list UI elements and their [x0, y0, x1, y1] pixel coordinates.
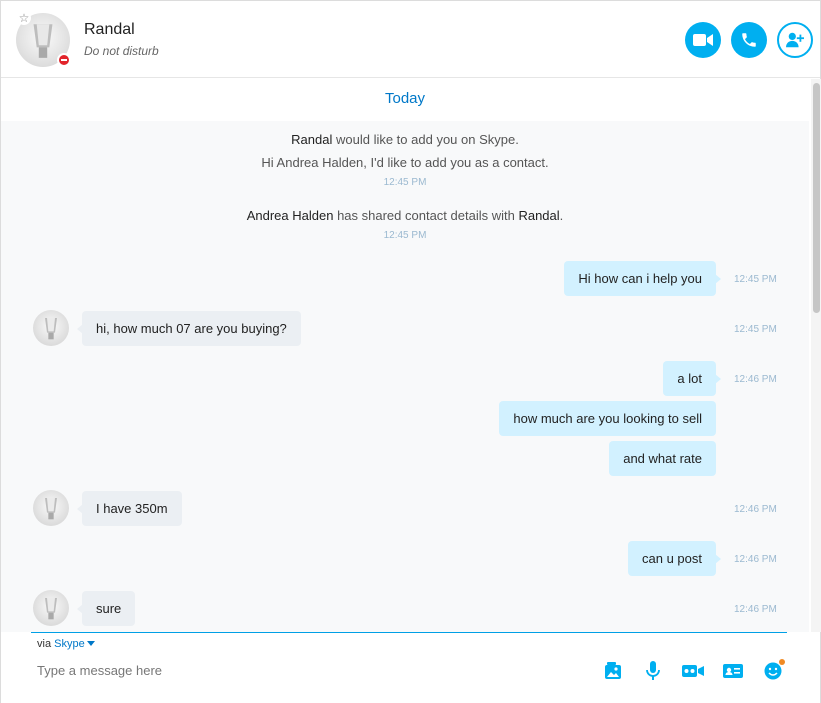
notification-dot: [779, 659, 785, 665]
system-event-name[interactable]: Randal: [291, 132, 332, 147]
outgoing-message[interactable]: how much are you looking to sell: [499, 401, 716, 436]
sender-avatar[interactable]: [33, 590, 69, 626]
via-service-selector[interactable]: via Skype: [37, 638, 95, 650]
scrollbar-thumb[interactable]: [813, 83, 820, 313]
avatar-figure-icon: [33, 24, 53, 58]
contact-status: Do not disturb: [84, 44, 159, 58]
send-media-button[interactable]: [602, 660, 624, 682]
system-event-time: 12:45 PM: [383, 230, 427, 241]
message-time: 12:45 PM: [734, 274, 777, 285]
contact-name[interactable]: Randal: [84, 21, 135, 39]
message-time: 12:46 PM: [734, 604, 777, 615]
add-person-icon: [786, 32, 804, 48]
voice-message-button[interactable]: [642, 660, 664, 682]
image-icon: [605, 662, 621, 679]
avatar-figure-icon: [45, 318, 57, 340]
chevron-down-icon[interactable]: [86, 641, 95, 646]
message-time: 12:45 PM: [734, 324, 777, 335]
system-event-time: 12:45 PM: [383, 177, 427, 188]
incoming-message[interactable]: hi, how much 07 are you buying?: [77, 311, 301, 346]
outgoing-message[interactable]: a lot: [663, 361, 721, 396]
outgoing-message[interactable]: Hi how can i help you: [564, 261, 721, 296]
video-message-button[interactable]: [682, 660, 704, 682]
message-time: 12:46 PM: [734, 504, 777, 515]
message-time: 12:46 PM: [734, 374, 777, 385]
incoming-message[interactable]: I have 350m: [77, 491, 182, 526]
via-prefix: via: [37, 638, 55, 650]
system-event-text: would like to add you on Skype.: [332, 132, 519, 147]
system-event-name[interactable]: Andrea Halden: [247, 208, 334, 223]
video-camera-icon: [693, 34, 713, 46]
dnd-status-icon: [57, 53, 71, 67]
message-list[interactable]: Today Randal would like to add you on Sk…: [1, 79, 809, 632]
system-event-add-request: Randal would like to add you on Skype.: [1, 132, 809, 147]
microphone-icon: [646, 661, 660, 680]
avatar-figure-icon: [45, 598, 57, 620]
incoming-message[interactable]: sure: [76, 591, 136, 626]
outgoing-message[interactable]: can u post: [628, 541, 721, 576]
message-time: 12:46 PM: [734, 554, 777, 565]
sender-avatar[interactable]: [33, 490, 69, 526]
add-contact-button[interactable]: [777, 22, 813, 58]
contact-card-icon: [723, 664, 743, 678]
video-call-button[interactable]: [685, 22, 721, 58]
outgoing-message[interactable]: and what rate: [609, 441, 716, 476]
phone-icon: [742, 33, 756, 47]
avatar-figure-icon: [45, 498, 57, 520]
compose-area: via Skype: [1, 632, 820, 703]
emoticon-button[interactable]: [762, 659, 785, 682]
system-event-text: .: [559, 208, 564, 223]
compose-divider: [31, 632, 787, 633]
conversation-header: ☆ Randal Do not disturb: [1, 1, 820, 78]
via-service-name[interactable]: Skype: [54, 638, 85, 650]
system-event-name[interactable]: Randal: [518, 208, 559, 223]
favorite-star-icon[interactable]: ☆: [17, 11, 31, 25]
sender-avatar[interactable]: [33, 310, 69, 346]
date-divider-label: Today: [384, 90, 426, 107]
conversation-window: ☆ Randal Do not disturb Today Randal wou…: [0, 0, 821, 703]
video-message-icon: [682, 665, 704, 677]
audio-call-button[interactable]: [731, 22, 767, 58]
system-event-shared-contact: Andrea Halden has shared contact details…: [1, 208, 809, 223]
date-divider: Today: [1, 79, 809, 121]
system-event-text: has shared contact details with: [333, 208, 519, 223]
message-input[interactable]: [31, 658, 571, 682]
emoticon-icon: [764, 662, 782, 680]
system-event-greeting: Hi Andrea Halden, I'd like to add you as…: [261, 155, 549, 170]
send-contact-button[interactable]: [722, 660, 744, 682]
